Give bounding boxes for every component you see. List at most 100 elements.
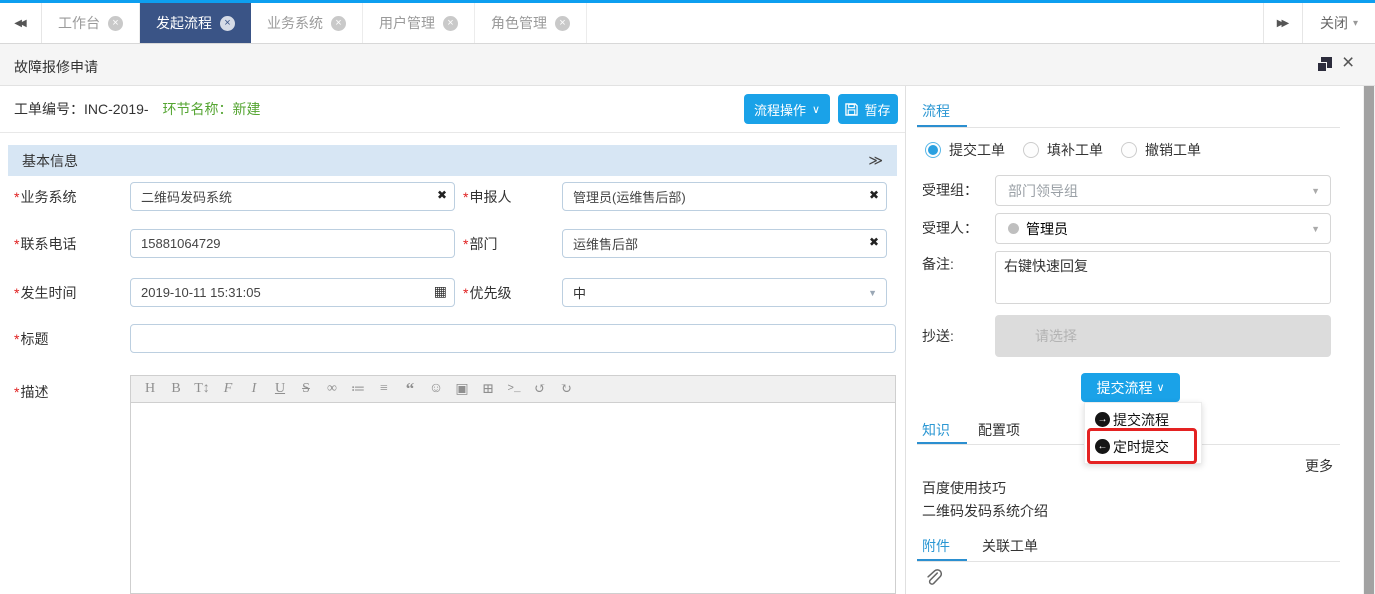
occur-time-label: *发生时间 [14,283,130,303]
tab-bar-spacer [587,3,1263,43]
list-icon[interactable]: ≔ [347,381,369,398]
tab-role-management[interactable]: 角色管理 × [475,3,587,43]
radio-fill-order[interactable] [1023,142,1039,158]
bold-icon[interactable]: B [165,381,187,397]
phone-label: *联系电话 [14,234,130,254]
undo-icon[interactable]: ↺ [529,381,551,398]
tab-config-items[interactable]: 配置项 [978,420,1020,440]
radio-cancel-order[interactable] [1121,142,1137,158]
strikethrough-icon[interactable]: S [295,381,317,397]
menu-item-submit-flow[interactable]: → 提交流程 [1085,406,1201,433]
tab-label: 用户管理 [379,13,435,33]
calendar-icon[interactable]: ▦ [434,283,447,300]
required-mark: * [14,236,19,252]
double-chevron-left-icon: ◀◀ [14,18,23,29]
tab-attachments[interactable]: 附件 [922,536,950,556]
collapse-section-icon[interactable]: ≫ [868,152,883,169]
title-input[interactable] [130,324,896,353]
italic-icon[interactable]: I [243,381,265,397]
tab-label: 角色管理 [491,13,547,33]
save-icon [845,103,858,116]
priority-label: *优先级 [455,283,562,303]
modal-title-bar: 故障报修申请 × [0,44,1375,86]
image-icon[interactable]: ▣ [451,381,473,398]
remark-textarea[interactable]: 右键快速回复 [995,251,1331,304]
redo-icon[interactable]: ↻ [555,381,577,398]
editor-toolbar: H B T↕ F I U S ∞ ≔ ≡ “ ☺ ▣ ⊞ >_ ↺ ↻ [130,375,896,403]
clear-icon[interactable]: ✖ [437,188,447,202]
description-textarea[interactable] [130,403,896,594]
description-editor: H B T↕ F I U S ∞ ≔ ≡ “ ☺ ▣ ⊞ >_ ↺ ↻ [130,375,896,594]
reporter-input[interactable] [562,182,887,211]
form-row: *标题 [14,324,896,353]
save-draft-button[interactable]: 暂存 [838,94,898,124]
menu-item-timed-submit[interactable]: ← 定时提交 [1085,433,1201,460]
table-icon[interactable]: ⊞ [477,381,499,398]
business-system-input[interactable] [130,182,455,211]
tab-flow[interactable]: 流程 [922,101,950,121]
tab-label: 发起流程 [156,13,212,33]
scrollbar-track[interactable] [1363,86,1375,594]
priority-value: 中 [573,283,586,302]
work-order-header: 工单编号：INC-2019- 环节名称：新建 [14,99,260,119]
underline-icon[interactable]: U [269,381,291,397]
restore-window-icon[interactable] [1316,57,1332,73]
tab-bar: ◀◀ 工作台 × 发起流程 × 业务系统 × 用户管理 × 角色管理 × ▶▶ … [0,3,1375,44]
required-mark: * [463,285,468,301]
accept-user-select[interactable]: 管理员 ▼ [995,213,1331,244]
heading-icon[interactable]: H [139,381,161,397]
knowledge-item[interactable]: 百度使用技巧 [922,478,1006,498]
align-icon[interactable]: ≡ [373,381,395,397]
font-family-icon[interactable]: F [217,381,239,397]
tab-close-icon[interactable]: × [220,16,235,31]
collapse-tabs-button[interactable]: ◀◀ [0,3,42,43]
phone-input[interactable] [130,229,455,258]
tab-close-icon[interactable]: × [555,16,570,31]
tab-close-icon[interactable]: × [443,16,458,31]
cc-placeholder: 请选择 [1035,326,1077,346]
department-input[interactable] [562,229,887,258]
scrollbar-thumb[interactable] [1364,86,1374,594]
paperclip-icon[interactable] [924,568,942,593]
expand-tabs-button[interactable]: ▶▶ [1263,3,1303,43]
cc-label: 抄送: [922,326,954,346]
priority-select[interactable]: 中 ▼ [562,278,887,307]
font-size-icon[interactable]: T↕ [191,381,213,397]
required-mark: * [14,285,19,301]
tab-label: 工作台 [58,13,100,33]
close-window-icon[interactable]: × [1342,51,1354,75]
emoji-icon[interactable]: ☺ [425,381,447,397]
tab-close-icon[interactable]: × [108,16,123,31]
occur-time-input[interactable] [130,278,455,307]
form-row: *联系电话 *部门 ✖ [14,229,896,258]
submit-flow-button[interactable]: 提交流程 ∨ [1081,373,1180,402]
accept-user-label: 受理人： [922,218,978,238]
more-link[interactable]: 更多 [1305,456,1333,476]
close-tabs-menu[interactable]: 关闭 ▾ [1303,3,1375,43]
tab-workbench[interactable]: 工作台 × [42,3,140,43]
radio-label: 填补工单 [1047,140,1103,160]
tab-knowledge[interactable]: 知识 [922,420,950,440]
tab-related-orders[interactable]: 关联工单 [982,536,1038,556]
radio-submit-order[interactable] [925,142,941,158]
link-icon[interactable]: ∞ [321,381,343,397]
attachments-tabs-divider [917,561,1340,562]
accept-group-select[interactable]: 部门领导组 ▼ [995,175,1331,206]
code-icon[interactable]: >_ [503,383,525,395]
accept-user-value: 管理员 [1026,219,1068,239]
restore-icon-front [1316,62,1327,73]
clear-icon[interactable]: ✖ [869,188,879,202]
required-mark: * [463,236,468,252]
accept-group-label: 受理组： [922,180,978,200]
clear-icon[interactable]: ✖ [869,235,879,249]
tab-user-management[interactable]: 用户管理 × [363,3,475,43]
quote-icon[interactable]: “ [399,384,421,394]
cc-select-disabled[interactable]: 请选择 [995,315,1331,357]
knowledge-item[interactable]: 二维码发码系统介绍 [922,501,1048,521]
chevron-down-icon: ∨ [812,103,820,116]
tab-business-system[interactable]: 业务系统 × [251,3,363,43]
flow-action-button[interactable]: 流程操作 ∨ [744,94,830,124]
tab-close-icon[interactable]: × [331,16,346,31]
caret-down-icon: ▾ [1353,18,1358,29]
tab-start-process[interactable]: 发起流程 × [140,3,251,43]
